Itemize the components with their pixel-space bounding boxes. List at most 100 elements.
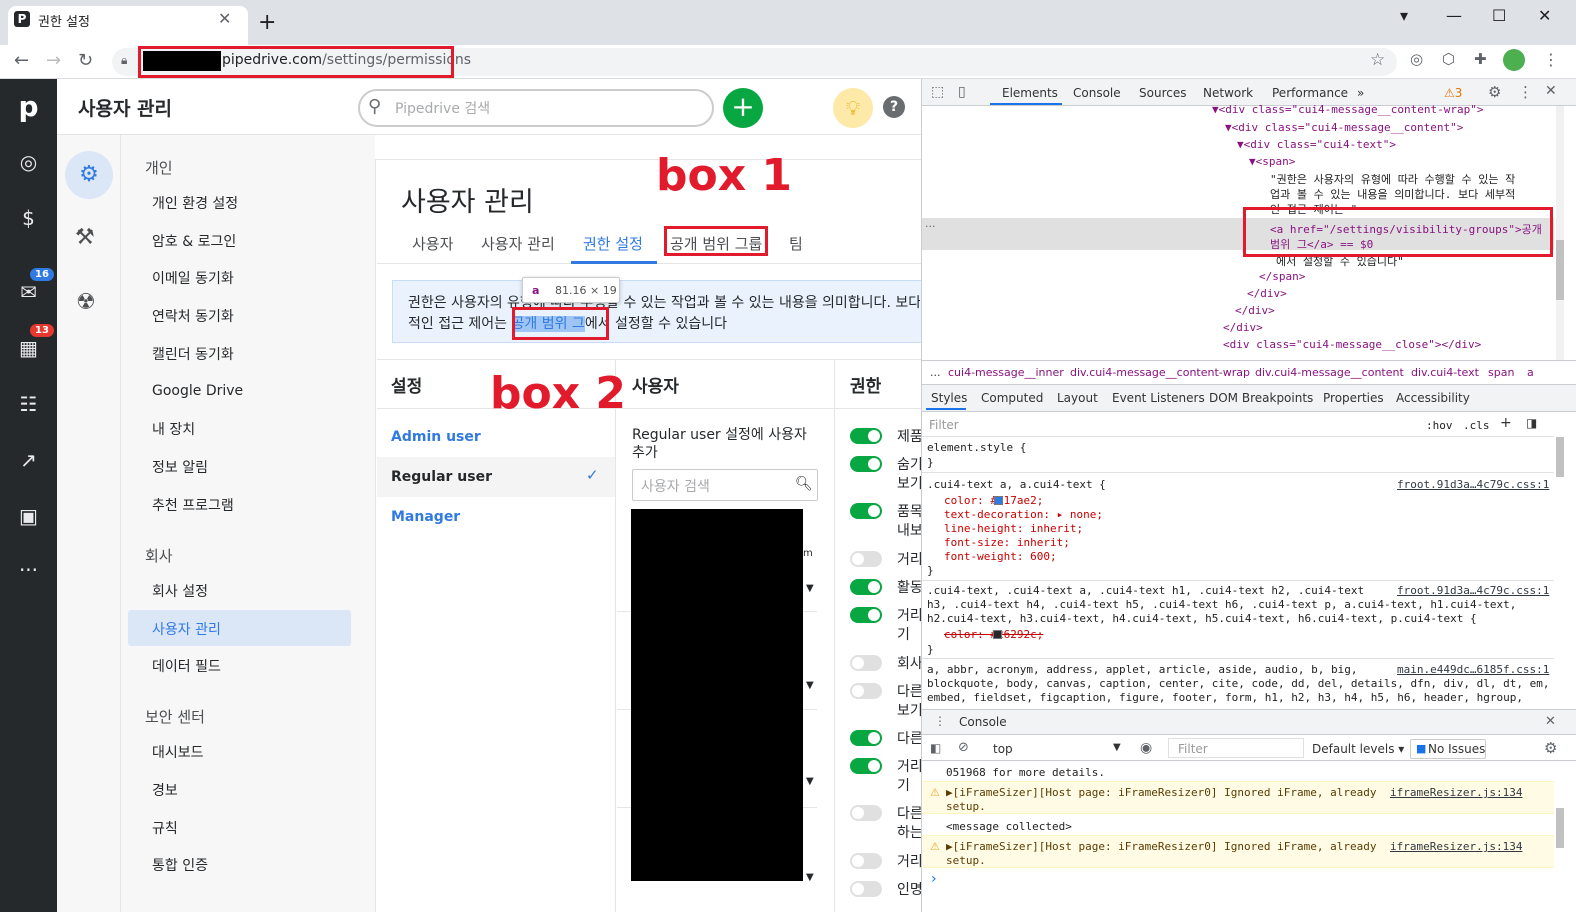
dom-text[interactable]: 업과 볼 수 있는 내용을 의미합니다. 보다 세부적 [1270, 186, 1515, 202]
nav-item[interactable]: 이메일 동기화 [152, 268, 234, 288]
permission-toggle[interactable] [850, 551, 882, 567]
contacts-icon[interactable]: ☷ [0, 392, 57, 416]
new-tab-icon[interactable]: + [258, 10, 276, 35]
clear-console-icon[interactable]: ⊘ [958, 740, 969, 755]
maximize-icon[interactable]: ☐ [1492, 6, 1506, 25]
sidebar-toggle-icon[interactable]: ◨ [1526, 416, 1537, 430]
dom-text[interactable]: "권한은 사용자의 유형에 따라 수행할 수 있는 작 [1270, 171, 1515, 187]
context-selector[interactable]: top [993, 742, 1013, 756]
devtools-tab-network[interactable]: Network [1203, 86, 1253, 100]
back-icon[interactable]: ← [14, 50, 29, 71]
styles-tab[interactable]: Styles [931, 391, 967, 405]
nav-item[interactable]: 경보 [152, 780, 178, 800]
puzzle-icon[interactable]: ✚ [1474, 50, 1487, 68]
reload-icon[interactable]: ↻ [78, 50, 93, 71]
dom-scrollbar-track[interactable] [1556, 106, 1564, 360]
permission-toggle[interactable] [850, 730, 882, 746]
chevron-down-icon[interactable]: ▼ [806, 583, 814, 594]
role-regular-user[interactable]: Regular user [391, 469, 492, 485]
devtools-tab-elements[interactable]: Elements [1002, 86, 1058, 100]
close-icon[interactable]: ✕ [1545, 714, 1556, 729]
more-icon[interactable]: ··· [0, 558, 57, 582]
add-button[interactable]: + [723, 88, 763, 128]
console-drawer-tab[interactable]: Console [959, 715, 1007, 729]
dom-node[interactable]: ▼<div class="cui4-text"> [1237, 138, 1396, 151]
shield-extension-icon[interactable]: ⬡ [1442, 50, 1455, 68]
nav-item[interactable]: 회사 설정 [152, 581, 208, 601]
breadcrumb-item[interactable]: div.cui4-text [1411, 366, 1479, 379]
color-swatch[interactable] [993, 630, 1002, 639]
tab-user-management[interactable]: 사용자 관리 [481, 233, 555, 254]
css-property[interactable]: line-height: inherit; [944, 522, 1083, 535]
log-levels-dropdown[interactable]: Default levels ▾ [1312, 742, 1404, 756]
styles-tab[interactable]: Properties [1323, 391, 1384, 405]
styles-scrollbar[interactable] [1556, 437, 1564, 477]
products-icon[interactable]: ▣ [0, 504, 57, 528]
tab-close-icon[interactable]: ✕ [218, 9, 231, 28]
browser-menu-icon[interactable]: ⋮ [1543, 50, 1559, 69]
gear-icon[interactable]: ⚙ [65, 151, 113, 199]
breadcrumb-item[interactable]: div.cui4-message__content [1255, 366, 1404, 379]
nav-item[interactable]: 추천 프로그램 [152, 495, 234, 515]
help-icon[interactable]: ? [883, 96, 905, 118]
css-source-link[interactable]: froot.91d3a…4c79c.css:1 [1397, 478, 1549, 491]
nav-item[interactable]: 규칙 [152, 818, 178, 838]
styles-tab[interactable]: Computed [981, 391, 1043, 405]
add-rule-icon[interactable]: + [1500, 415, 1512, 431]
pipedrive-logo-icon[interactable]: p [0, 90, 57, 123]
role-admin-user[interactable]: Admin user [391, 429, 481, 445]
inspect-icon[interactable]: ⬚ [931, 84, 944, 100]
avatar[interactable] [1503, 49, 1525, 71]
dom-node[interactable]: </div> [1223, 321, 1263, 334]
styles-tab[interactable]: Accessibility [1396, 391, 1470, 405]
close-window-icon[interactable]: ✕ [1538, 6, 1551, 25]
device-toolbar-icon[interactable]: ▯ [958, 84, 966, 100]
permission-toggle[interactable] [850, 881, 882, 897]
drawer-menu-icon[interactable]: ⋮ [934, 714, 946, 728]
dom-node[interactable]: ▼<div class="cui4-message__content"> [1225, 121, 1463, 134]
tab-permissions[interactable]: 권한 설정 [583, 233, 643, 254]
nav-item[interactable]: 캘린더 동기화 [152, 344, 234, 364]
chevron-down-icon[interactable]: ▼ [806, 872, 814, 883]
nav-item[interactable]: 통합 인증 [152, 855, 208, 875]
permission-toggle[interactable] [850, 805, 882, 821]
dom-node[interactable]: ▼<div class="cui4-message__content-wrap"… [1212, 103, 1484, 116]
permission-toggle[interactable] [850, 456, 882, 472]
node-ellipsis[interactable]: ··· [925, 220, 936, 233]
css-property[interactable]: font-size: inherit; [944, 536, 1070, 549]
gear-icon[interactable]: ⚙ [1488, 83, 1501, 101]
warnings-count[interactable]: ⚠3 [1444, 86, 1462, 100]
breadcrumb-item[interactable]: ... [930, 366, 941, 379]
dom-scrollbar[interactable] [1556, 240, 1564, 300]
permission-toggle[interactable] [850, 853, 882, 869]
nav-item[interactable]: 개인 환경 설정 [152, 193, 238, 213]
tab-teams[interactable]: 팀 [789, 233, 803, 254]
css-source-link[interactable]: main.e449dc…6185f.css:1 [1397, 663, 1549, 676]
nav-item[interactable]: 정보 알림 [152, 457, 208, 477]
console-source-link[interactable]: iframeResizer.js:134 [1390, 840, 1522, 853]
role-manager[interactable]: Manager [391, 509, 460, 525]
console-source-link[interactable]: iframeResizer.js:134 [1390, 786, 1522, 799]
permission-toggle[interactable] [850, 683, 882, 699]
hov-toggle[interactable]: :hov [1426, 419, 1453, 432]
nav-item[interactable]: 대시보드 [152, 742, 204, 762]
devtools-more-tabs[interactable]: » [1357, 86, 1364, 100]
console-scrollbar[interactable] [1556, 808, 1564, 848]
nav-item[interactable]: Google Drive [152, 383, 243, 399]
devtools-tab-console[interactable]: Console [1073, 86, 1121, 100]
breadcrumb-item[interactable]: span [1488, 366, 1514, 379]
dom-node[interactable]: <div class="cui4-message__close"></div> [1223, 338, 1481, 351]
sidebar-icon[interactable]: ◧ [930, 741, 941, 755]
nav-item[interactable]: 암호 & 로그인 [152, 231, 236, 251]
bookmark-star-icon[interactable]: ☆ [1370, 50, 1385, 70]
breadcrumb-item[interactable]: cui4-message__inner [948, 366, 1064, 379]
styles-filter-input[interactable]: Filter [929, 418, 959, 432]
gear-icon[interactable]: ⚙ [1544, 739, 1557, 757]
breadcrumb-item[interactable]: div.cui4-message__content-wrap [1070, 366, 1250, 379]
mail-icon[interactable]: ✉ [0, 280, 57, 304]
color-swatch[interactable] [994, 496, 1003, 505]
extension-icon[interactable]: ◎ [1410, 50, 1423, 68]
calendar-icon[interactable]: ▦ [0, 336, 57, 360]
css-property[interactable]: text-decoration: ▸ none; [944, 508, 1103, 521]
console-prompt[interactable]: › [931, 871, 937, 887]
